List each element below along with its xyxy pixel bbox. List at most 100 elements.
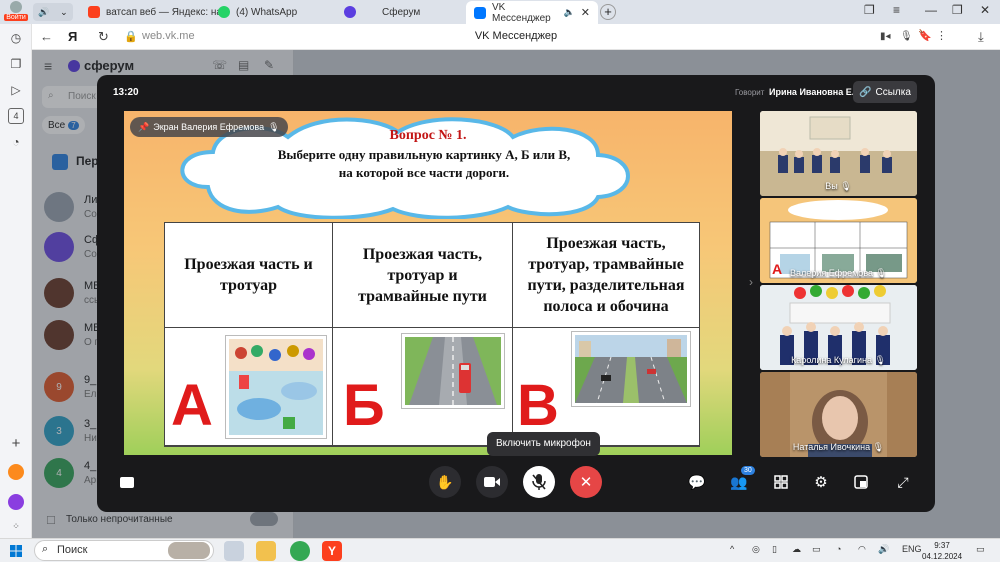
- task-view-icon[interactable]: [224, 541, 244, 561]
- share-screen-button[interactable]: [111, 466, 143, 498]
- participant-tile[interactable]: Каролина Кулагина 🎙: [760, 285, 917, 370]
- new-tab-button[interactable]: +: [600, 4, 616, 20]
- drag-handle-icon[interactable]: ⁘: [8, 518, 24, 534]
- fullscreen-button[interactable]: ⤢: [893, 472, 913, 492]
- pip-button[interactable]: [851, 472, 871, 492]
- answer-table: Проезжая часть и тротуар Проезжая часть,…: [164, 222, 700, 447]
- tab-whatsapp[interactable]: (4) WhatsApp: [210, 2, 328, 22]
- grid-icon: [774, 475, 788, 489]
- link-button[interactable]: 🔗 Ссылка: [853, 81, 917, 103]
- clock-date: 04.12.2024: [922, 552, 963, 561]
- clock-icon[interactable]: ◔: [8, 134, 24, 150]
- chat-button[interactable]: 💬: [687, 472, 707, 492]
- muted-mic-icon: 🎙: [875, 268, 887, 278]
- profile-label: Войти: [4, 14, 28, 21]
- wifi-icon[interactable]: ◠: [858, 544, 866, 555]
- search-icon: ⌕: [42, 543, 49, 555]
- tray-phone-icon[interactable]: ▯: [772, 544, 777, 555]
- gear-icon: ⚙: [814, 474, 828, 491]
- alice-orange-icon[interactable]: [8, 464, 24, 480]
- muted-mic-icon: 🎙: [268, 121, 280, 132]
- hand-icon: ✋: [436, 473, 454, 490]
- tabs-overview-icon[interactable]: ❐: [864, 3, 875, 17]
- prompt-line-1: Выберите одну правильную картинку А, Б и…: [277, 147, 571, 162]
- participant-tile[interactable]: Вы 🎙: [760, 111, 917, 196]
- prompt-line-2: на которой все части дороги.: [338, 165, 510, 180]
- sidebar-badge[interactable]: 4: [8, 108, 24, 124]
- tray-chevron-icon[interactable]: ^: [730, 544, 734, 554]
- link-label: Ссылка: [875, 86, 911, 98]
- grid-view-button[interactable]: [771, 472, 791, 492]
- chrome-icon[interactable]: [290, 541, 310, 561]
- raise-hand-button[interactable]: ✋: [429, 466, 461, 498]
- chat-bubble-icon: 💬: [688, 473, 706, 490]
- muted-mic-icon: [532, 474, 546, 490]
- alice-icon[interactable]: [8, 494, 24, 510]
- camera-icon[interactable]: ▮◂: [880, 31, 891, 42]
- chevron-down-icon: ⌄: [60, 6, 68, 17]
- mic-icon[interactable]: 🎙: [900, 31, 913, 42]
- participants-count-badge: 30: [741, 466, 755, 475]
- speaker-icon: 🔊: [38, 6, 50, 17]
- tab-label: (4) WhatsApp: [236, 6, 298, 18]
- profile-icon: [10, 1, 22, 13]
- volume-icon[interactable]: 🔊: [878, 544, 889, 555]
- expand-icon: ⤢: [897, 473, 909, 490]
- microphone-button[interactable]: [523, 466, 555, 498]
- call-timer: 13:20: [113, 87, 139, 98]
- participant-name: Каролина Кулагина: [791, 355, 872, 365]
- mic-tooltip: Включить микрофон: [487, 432, 600, 456]
- participants-button[interactable]: 👥 30: [729, 466, 755, 492]
- video-camera-icon: [484, 477, 500, 487]
- restore-icon[interactable]: ❐: [952, 3, 963, 17]
- participant-name: Наталья Ивочкина: [792, 442, 871, 452]
- play-icon[interactable]: ▷: [8, 82, 24, 98]
- more-icon[interactable]: ⋮: [936, 29, 947, 42]
- participant-tile[interactable]: Наталья Ивочкина 🎙: [760, 372, 917, 457]
- search-label: Поиск: [57, 544, 88, 556]
- taskbar: Поиск ⌕ Y ^ ◎ ▯ ☁ ▭ ◔ ◠ 🔊 ENG 9:37 04.12…: [0, 538, 1000, 562]
- bookmark-icon[interactable]: 🔖: [918, 29, 932, 42]
- active-speaker: Ирина Ивановна Е.: [769, 87, 855, 97]
- file-explorer-icon[interactable]: [256, 541, 276, 561]
- settings-button[interactable]: ⚙: [811, 472, 831, 492]
- speaker-icon[interactable]: 🔈: [564, 7, 575, 18]
- history-icon[interactable]: ◷: [8, 30, 24, 46]
- people-icon: 👥: [730, 473, 748, 490]
- tray-notification-icon[interactable]: ◔: [836, 544, 841, 554]
- tray-app-icon[interactable]: ◎: [752, 544, 760, 555]
- language-indicator[interactable]: ENG: [902, 544, 922, 554]
- tab-sferum[interactable]: Сферум: [336, 2, 460, 22]
- clock[interactable]: 9:37 04.12.2024: [922, 540, 962, 562]
- participant-tile[interactable]: А Валерия Ефремова 🎙: [760, 198, 917, 283]
- minimize-icon[interactable]: —: [925, 3, 937, 17]
- download-icon[interactable]: ⤓: [978, 29, 984, 45]
- windows-start-icon[interactable]: [10, 545, 22, 557]
- sferum-icon: [344, 6, 356, 18]
- chevron-right-icon[interactable]: ›: [749, 275, 753, 289]
- tab-yandex[interactable]: ватсап веб — Яндекс: наш: [80, 2, 228, 22]
- shared-screen: Вопрос № 1. Выберите одну правильную кар…: [124, 111, 732, 455]
- end-call-button[interactable]: ✕: [570, 466, 602, 498]
- tab-vk-messenger[interactable]: VK Мессенджер 🔈 ✕: [466, 1, 598, 24]
- muted-mic-icon: 🎙: [872, 442, 885, 452]
- menu-icon[interactable]: ≡: [893, 3, 900, 17]
- option-c-text: Проезжая часть, тротуар, трамвайные пути…: [513, 223, 700, 328]
- yandex-browser-icon[interactable]: Y: [322, 541, 342, 561]
- add-icon[interactable]: +: [8, 436, 24, 452]
- address-bar: ← Я ↻ 🔒 web.vk.me VK Мессенджер ▮◂ 🎙 🔖 ⋮…: [32, 24, 1000, 50]
- road-photo-b: [401, 333, 505, 409]
- participant-name: Вы: [825, 181, 838, 191]
- collections-icon[interactable]: ❐: [8, 56, 24, 72]
- tray-cloud-icon[interactable]: ☁: [792, 544, 801, 555]
- notification-center-icon[interactable]: ▭: [976, 544, 985, 555]
- link-icon: 🔗: [859, 86, 872, 98]
- close-window-icon[interactable]: ✕: [980, 3, 990, 17]
- close-tab-icon[interactable]: ✕: [581, 6, 590, 19]
- camera-button[interactable]: [476, 466, 508, 498]
- clock-time: 9:37: [934, 541, 950, 550]
- profile-button[interactable]: Войти: [4, 1, 28, 21]
- tray-monitor-icon[interactable]: ▭: [812, 544, 821, 555]
- tab-audio-controls[interactable]: 🔊 ⌄: [33, 3, 73, 21]
- picture-in-picture-icon: [854, 475, 868, 489]
